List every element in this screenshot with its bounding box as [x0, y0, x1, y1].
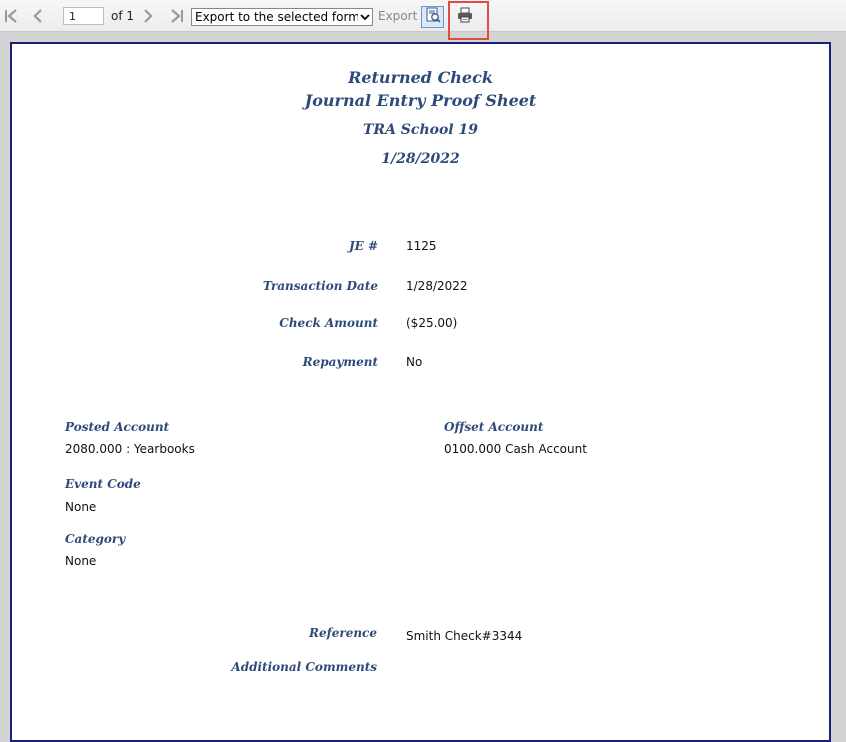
- report-subtitle: Journal Entry Proof Sheet: [304, 91, 537, 110]
- export-button[interactable]: Export: [378, 9, 417, 23]
- je-number-value: 1125: [406, 239, 437, 253]
- reference-label: Reference: [308, 626, 377, 640]
- event-code-value: None: [65, 500, 97, 514]
- report-title: Returned Check: [348, 68, 493, 87]
- export-format-value: Export to the selected format: [195, 10, 358, 24]
- posted-account-value: 2080.000 : Yearbooks: [65, 442, 195, 456]
- page-layout-icon: [425, 7, 441, 27]
- additional-comments-label: Additional Comments: [231, 660, 377, 674]
- school-name: TRA School 19: [363, 122, 478, 138]
- page-layout-button[interactable]: [421, 6, 444, 28]
- chevron-down-icon: [358, 13, 372, 21]
- transaction-date-label: Transaction Date: [262, 279, 378, 293]
- category-label: Category: [65, 532, 126, 546]
- export-format-select[interactable]: Export to the selected format: [191, 8, 373, 26]
- repayment-label: Repayment: [302, 355, 378, 369]
- transaction-date-value: 1/28/2022: [406, 279, 468, 293]
- offset-account-value: 0100.000 Cash Account: [444, 442, 587, 456]
- category-value: None: [65, 554, 97, 568]
- check-amount-label: Check Amount: [279, 316, 378, 330]
- report-page: Returned Check Journal Entry Proof Sheet…: [10, 42, 831, 742]
- repayment-value: No: [406, 355, 423, 369]
- report-viewer-toolbar: of 1 Export to the selected format Expor…: [0, 0, 846, 40]
- previous-page-icon[interactable]: [31, 0, 45, 31]
- next-page-icon[interactable]: [141, 0, 155, 31]
- reference-value: Smith Check#3344: [406, 629, 523, 643]
- check-amount-value: ($25.00): [406, 316, 458, 330]
- page-count-label: of 1: [111, 9, 135, 23]
- posted-account-label: Posted Account: [65, 420, 170, 434]
- last-page-icon[interactable]: [169, 0, 185, 31]
- offset-account-label: Offset Account: [444, 420, 544, 434]
- event-code-label: Event Code: [65, 477, 141, 491]
- page-number-input[interactable]: [63, 7, 104, 25]
- first-page-icon[interactable]: [3, 0, 19, 31]
- print-highlight-box: [448, 1, 489, 40]
- report-date: 1/28/2022: [381, 151, 460, 167]
- je-number-label: JE #: [348, 239, 378, 253]
